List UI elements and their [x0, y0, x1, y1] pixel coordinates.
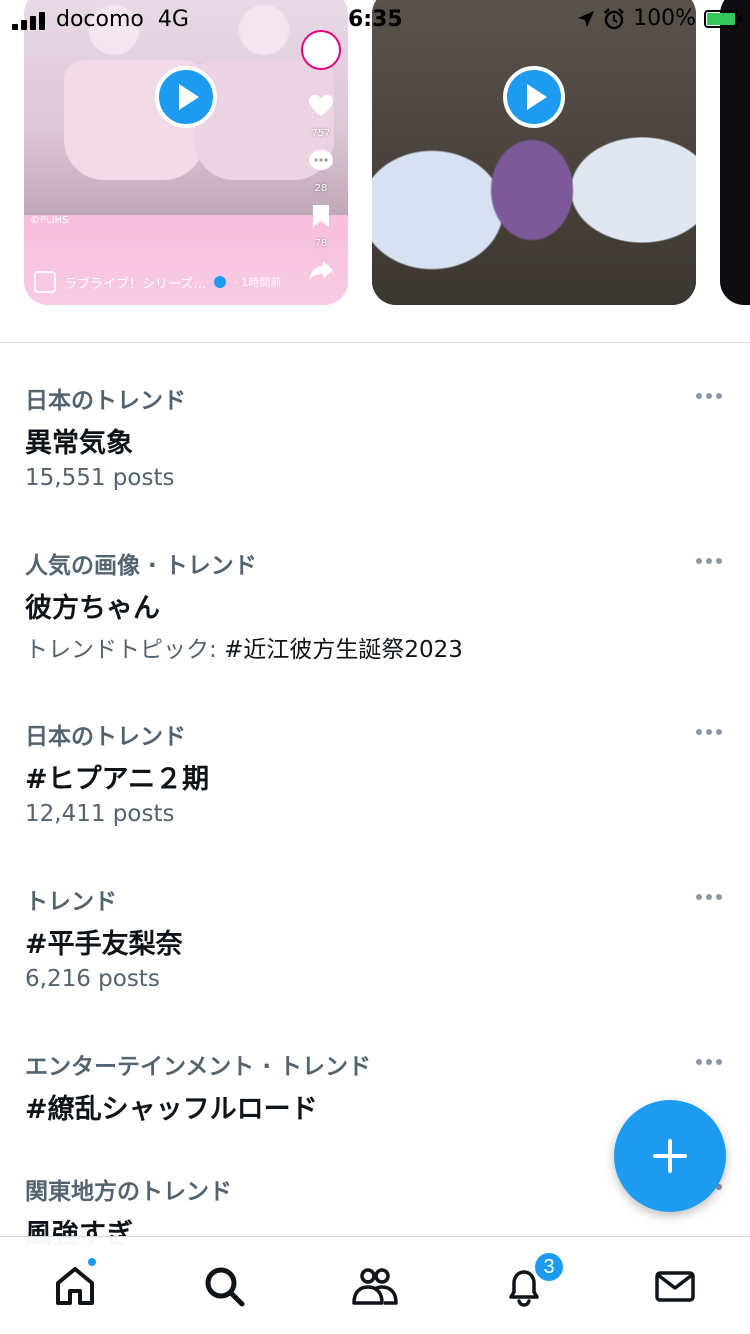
video-watermark: ©PLIHS: [30, 215, 69, 226]
trend-context: 日本のトレンド: [25, 388, 186, 414]
play-button[interactable]: [503, 66, 565, 128]
envelope-icon: [655, 1271, 695, 1302]
video-card[interactable]: ©PLIHS 757 28 78 ラブライブ！シリーズ… · 1時間前: [24, 0, 348, 305]
alarm-icon: [604, 7, 624, 29]
trend-context: 人気の画像 · トレンド: [25, 553, 257, 579]
video-card[interactable]: [372, 0, 696, 305]
trend-name: #平手友梨奈: [25, 929, 183, 960]
location-arrow-icon: [578, 10, 595, 27]
more-options-icon[interactable]: [696, 393, 722, 399]
trend-context: トレンド: [25, 889, 117, 915]
clock: 6:35: [348, 7, 403, 32]
trend-post-count: 15,551 posts: [25, 465, 175, 491]
communities-icon: [352, 1268, 398, 1305]
more-options-icon[interactable]: [696, 729, 722, 735]
video-caption: ラブライブ！シリーズ… · 1時間前: [34, 271, 281, 293]
verified-badge-icon: [214, 276, 227, 288]
play-icon: [526, 84, 547, 110]
carrier-name: docomo 4G: [56, 7, 189, 32]
trend-topic: トレンドトピック: #近江彼方生誕祭2023: [25, 630, 463, 664]
play-icon: [178, 84, 199, 110]
tab-notifications[interactable]: 3: [499, 1251, 565, 1311]
trend-context: 関東地方のトレンド: [25, 1179, 232, 1205]
network-type: 4G: [157, 7, 189, 32]
battery-icon: [704, 9, 742, 28]
tab-communities[interactable]: [350, 1261, 400, 1311]
trend-name: #ヒプアニ２期: [25, 764, 210, 795]
video-account-name[interactable]: ラブライブ！シリーズ…: [64, 273, 206, 292]
video-time: · 1時間前: [234, 276, 282, 289]
battery-percent: 100%: [633, 6, 696, 31]
trend-item[interactable]: 日本のトレンド 異常気象 15,551 posts: [0, 343, 750, 508]
battery-cap: [739, 15, 742, 23]
bookmark-count: 78: [314, 238, 328, 249]
battery-level: [707, 12, 735, 25]
trend-context: 日本のトレンド: [25, 724, 186, 750]
video-side-actions: 757 28 78: [301, 30, 341, 283]
trend-post-count: 12,411 posts: [25, 801, 175, 827]
trend-name: #繚乱シャッフルロード: [25, 1094, 318, 1125]
comment-count: 28: [314, 183, 328, 194]
heart-icon[interactable]: [308, 94, 334, 118]
tab-search[interactable]: [199, 1261, 249, 1311]
trend-post-count: 6,216 posts: [25, 966, 160, 992]
more-options-icon[interactable]: [696, 894, 722, 900]
trend-topic-label: トレンドトピック:: [25, 637, 225, 663]
bottom-tab-bar: 3: [0, 1236, 750, 1334]
tab-home[interactable]: [50, 1256, 100, 1311]
home-icon: [56, 1267, 94, 1305]
trend-context: エンターテインメント · トレンド: [25, 1054, 372, 1080]
status-right: 100%: [577, 6, 742, 31]
play-button[interactable]: [155, 66, 217, 128]
carrier-label: docomo: [56, 7, 144, 32]
captions-icon[interactable]: [34, 271, 56, 293]
trend-item[interactable]: トレンド #平手友梨奈 6,216 posts: [0, 844, 750, 1009]
comment-icon[interactable]: [308, 149, 334, 173]
plus-icon: [653, 1139, 687, 1173]
more-options-icon[interactable]: [696, 1059, 722, 1065]
trend-name: 彼方ちゃん: [25, 593, 160, 624]
compose-post-button[interactable]: [614, 1100, 726, 1212]
status-bar: docomo 4G 6:35 100%: [0, 0, 750, 40]
share-icon[interactable]: [308, 259, 334, 283]
search-icon: [205, 1267, 245, 1307]
video-thumbnail: [372, 0, 696, 305]
tab-messages[interactable]: [650, 1261, 700, 1311]
trend-item[interactable]: 日本のトレンド #ヒプアニ２期 12,411 posts: [0, 679, 750, 844]
more-options-icon[interactable]: [696, 558, 722, 564]
video-carousel[interactable]: ©PLIHS 757 28 78 ラブライブ！シリーズ… · 1時間前: [0, 0, 750, 342]
trend-topic-hashtag[interactable]: #近江彼方生誕祭2023: [224, 637, 463, 663]
notifications-badge: 3: [533, 1251, 565, 1283]
bookmark-icon[interactable]: [308, 204, 334, 228]
new-posts-indicator: [86, 1256, 98, 1268]
trend-item[interactable]: 人気の画像 · トレンド 彼方ちゃん トレンドトピック: #近江彼方生誕祭202…: [0, 508, 750, 679]
signal-strength-icon: [12, 10, 45, 30]
like-count: 757: [311, 128, 331, 139]
video-card[interactable]: [720, 0, 750, 305]
trend-name: 異常気象: [25, 428, 133, 459]
